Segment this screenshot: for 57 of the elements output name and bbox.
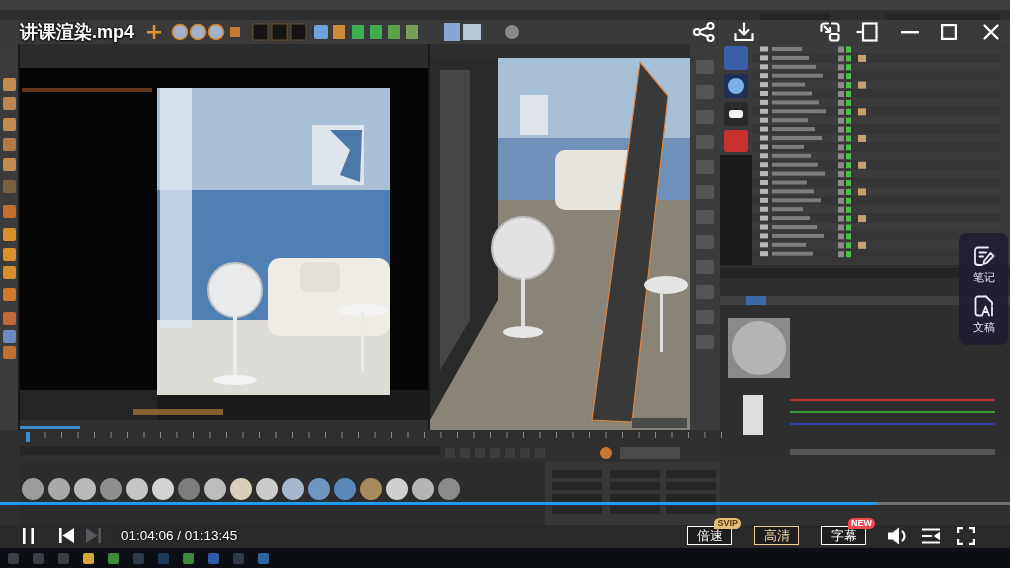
taskbar-app-icon: [183, 553, 194, 564]
document-icon: [973, 295, 994, 317]
taskbar-app-icon: [233, 553, 244, 564]
video-title: 讲课渲染.mp4: [20, 21, 134, 44]
download-icon[interactable]: [734, 22, 754, 42]
player-option-button[interactable]: 高清: [754, 526, 799, 545]
float-window-icon[interactable]: [856, 22, 878, 42]
material-sphere-icon: [178, 478, 200, 500]
material-sphere-icon: [126, 478, 148, 500]
material-sphere-icon: [100, 478, 122, 500]
material-sphere-icon: [360, 478, 382, 500]
picture-in-picture-icon[interactable]: [820, 22, 840, 42]
taskbar-app-icon: [58, 553, 69, 564]
coordinate-field: [666, 506, 716, 514]
pause-icon[interactable]: [23, 527, 34, 544]
minimize-icon[interactable]: [901, 30, 919, 34]
close-icon[interactable]: [983, 24, 999, 40]
material-sphere-icon: [308, 478, 330, 500]
coordinate-field: [610, 506, 660, 514]
material-sphere-icon: [204, 478, 226, 500]
side-panel-item[interactable]: 笔记: [972, 245, 995, 283]
taskbar-app-icon: [8, 553, 19, 564]
material-sphere-icon: [230, 478, 252, 500]
material-sphere-icon: [22, 478, 44, 500]
material-sphere-icon: [334, 478, 356, 500]
taskbar-app-icon: [133, 553, 144, 564]
coordinate-field: [552, 494, 602, 502]
note-edit-icon: [972, 245, 995, 267]
coordinate-field: [610, 494, 660, 502]
promo-badge: SVIP: [714, 518, 741, 529]
taskbar-app-icon: [158, 553, 169, 564]
volume-icon[interactable]: [888, 526, 908, 545]
player-option-button[interactable]: 字幕: [821, 526, 866, 545]
material-sphere-icon: [282, 478, 304, 500]
material-sphere-icon: [48, 478, 70, 500]
material-sphere-icon: [256, 478, 278, 500]
player-option-button[interactable]: 倍速: [687, 526, 732, 545]
promo-badge: NEW: [848, 518, 875, 529]
material-sphere-icon: [412, 478, 434, 500]
taskbar-app-icon: [208, 553, 219, 564]
fullscreen-icon[interactable]: [957, 526, 975, 545]
playback-time: 01:04:06 / 01:13:45: [121, 528, 238, 543]
coordinate-field: [666, 494, 716, 502]
material-sphere-icon: [386, 478, 408, 500]
material-sphere-icon: [152, 478, 174, 500]
taskbar-app-icon: [83, 553, 94, 564]
taskbar-app-icon: [258, 553, 269, 564]
maximize-icon[interactable]: [941, 24, 957, 40]
coordinate-field: [552, 506, 602, 514]
side-panel-item[interactable]: 文稿: [972, 295, 995, 333]
share-icon[interactable]: [693, 22, 715, 42]
material-sphere-icon: [74, 478, 96, 500]
taskbar-app-icon: [108, 553, 119, 564]
playlist-icon[interactable]: [922, 527, 940, 544]
material-sphere-icon: [438, 478, 460, 500]
taskbar-app-icon: [33, 553, 44, 564]
skip-previous-icon[interactable]: [59, 528, 74, 543]
